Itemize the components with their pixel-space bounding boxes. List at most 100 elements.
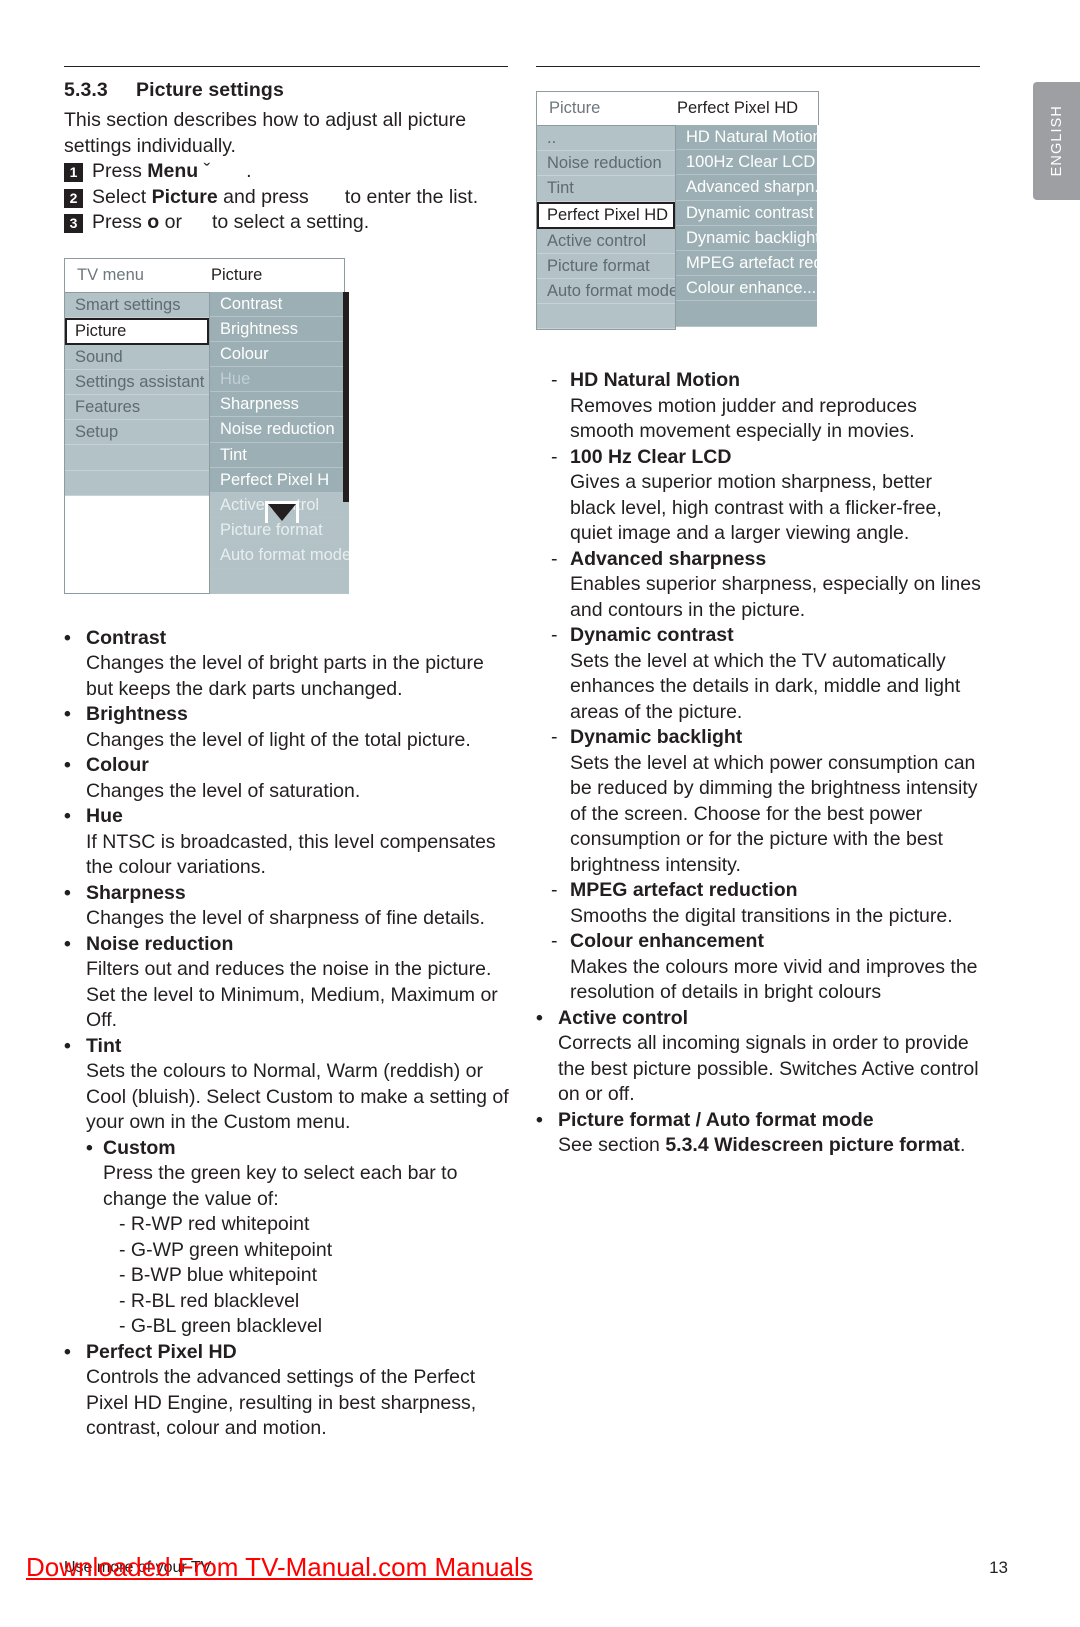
list-item: - Dynamic backlight Sets the level at whi… (536, 725, 982, 878)
bullet-icon: • (64, 754, 71, 777)
tv-menu-right-list: Contrast Brightness Colour Hue Sharpness… (210, 291, 349, 594)
bullet-heading: Tint (86, 1034, 122, 1057)
bullet-body: Gives a superior motion sharpness, bette… (570, 471, 942, 545)
step-1: 1 Press Menu ˇ. (64, 159, 510, 185)
bullet-head-row: • Colour (64, 753, 510, 779)
bullet-head-row: - MPEG artefact reduction (548, 878, 982, 904)
menu-item[interactable]: Colour (210, 341, 349, 368)
bullet-body: Sets the colours to Normal, Warm (reddis… (86, 1060, 509, 1134)
menu-item-blank (676, 301, 817, 327)
tv-menu-picture-screenshot: TV menu Picture Smart settings Picture S… (64, 257, 349, 594)
dash-icon: - (551, 930, 558, 953)
list-item: - HD Natural Motion Removes motion judder… (536, 368, 982, 445)
menu-item[interactable]: Dynamic contrast (676, 200, 817, 226)
bullet-heading: Colour (86, 754, 149, 777)
menu-item[interactable]: Sound (65, 344, 209, 370)
custom-value-item: - R-BL red blacklevel (119, 1289, 300, 1312)
dash-icon: - (551, 547, 558, 570)
bullet-heading: Sharpness (86, 881, 186, 904)
menu-item[interactable]: Dynamic backlight (676, 225, 817, 251)
list-item: - Advanced sharpness Enables superior sha… (536, 547, 982, 624)
bullet-icon: • (64, 805, 71, 828)
bullet-heading: Brightness (86, 703, 188, 726)
bullet-head-row: - Dynamic contrast (548, 623, 982, 649)
menu-item[interactable]: Perfect Pixel H (210, 467, 349, 493)
step-1-pre: Press (92, 160, 148, 182)
list-item: - Colour enhancement Makes the colours mo… (536, 929, 982, 1006)
bullet-icon: • (64, 1034, 71, 1057)
menu-item[interactable]: Smart settings (65, 292, 209, 318)
bullet-heading: Contrast (86, 626, 167, 649)
custom-value-item: - G-BL green blacklevel (119, 1315, 323, 1338)
tv-menu-header-left: Picture (549, 99, 601, 117)
menu-item[interactable]: Features (65, 395, 209, 421)
menu-item[interactable]: 100Hz Clear LCD (676, 150, 817, 176)
menu-item[interactable]: Hue (210, 367, 349, 393)
dash-icon: - (551, 624, 558, 647)
sub-bullet-head-row: • Custom (86, 1136, 510, 1162)
bullet-body: Sets the level at which power consumptio… (570, 751, 978, 876)
menu-item[interactable]: Active control (537, 228, 675, 254)
bullet-body: Changes the level of light of the total … (86, 728, 471, 751)
bullet-heading: Perfect Pixel HD (86, 1340, 237, 1363)
tv-menu-header-right: Picture (211, 265, 263, 284)
bullet-head-row: • Hue (64, 804, 510, 830)
step-2-bold: Picture (151, 185, 218, 208)
list-item: • Colour Changes the level of saturation. (64, 753, 510, 804)
custom-value-item: - G-WP green whitepoint (119, 1238, 333, 1261)
menu-item[interactable]: .. (537, 126, 675, 152)
bullet-body: Makes the colours more vivid and improve… (570, 955, 978, 1004)
menu-item-blank (537, 304, 675, 330)
bullet-heading: Active control (558, 1006, 689, 1029)
tv-menu-perfect-pixel-screenshot: Picture Perfect Pixel HD .. Noise reduct… (536, 91, 819, 331)
bullet-head-row: - HD Natural Motion (548, 368, 982, 394)
bullet-body: Controls the advanced settings of the Pe… (86, 1366, 477, 1440)
menu-item[interactable]: Contrast (210, 291, 349, 317)
menu-item[interactable]: MPEG artefact red... (676, 250, 817, 277)
list-item: • Noise reduction Filters out and reduces… (64, 932, 510, 1034)
menu-item[interactable]: Advanced sharpn... (676, 175, 817, 201)
menu-scrollbar[interactable] (343, 291, 349, 502)
menu-item[interactable]: Settings assistant (65, 369, 209, 396)
tv-menu-left-list: .. Noise reduction Tint Perfect Pixel HD… (536, 125, 676, 331)
bullet-head-row: • Brightness (64, 702, 510, 728)
watermark-link[interactable]: Downloaded From TV-Manual.com Manuals (26, 1552, 533, 1583)
menu-item[interactable]: HD Natural Motion (676, 125, 817, 151)
menu-item[interactable]: Tint (537, 176, 675, 202)
bullet-body: Corrects all incoming signals in order t… (558, 1032, 979, 1106)
list-item: - Dynamic contrast Sets the level at whic… (536, 623, 982, 725)
menu-item[interactable]: Brightness (210, 316, 349, 342)
menu-item[interactable]: Setup (65, 420, 209, 446)
menu-item[interactable]: Noise reduction (537, 151, 675, 177)
bullet-head-row: • Sharpness (64, 881, 510, 907)
menu-item[interactable]: Sharpness (210, 392, 349, 418)
menu-item[interactable]: Tint (210, 442, 349, 468)
scroll-down-arrow-icon (265, 500, 299, 523)
menu-item-selected[interactable]: Picture (65, 317, 209, 345)
menu-item[interactable]: Auto format mode (537, 278, 675, 305)
tv-menu-header-right: Perfect Pixel HD (677, 99, 799, 117)
tv-menu-header: TV menu Picture (64, 257, 345, 292)
tv-menu-body: Smart settings Picture Sound Settings as… (64, 291, 349, 594)
bullet-body: Changes the level of saturation. (86, 779, 361, 802)
dash-icon: - (551, 369, 558, 392)
menu-item[interactable]: Colour enhance... (676, 276, 817, 302)
list-item: • Active control Corrects all incoming si… (536, 1006, 982, 1108)
bullet-icon: • (536, 1006, 543, 1029)
bullet-body: Changes the level of bright parts in the… (86, 652, 484, 700)
see-section-pre: See section (558, 1134, 666, 1157)
custom-value-item: - R-WP red whitepoint (119, 1213, 310, 1236)
step-2-mid: and press (217, 185, 309, 208)
section-title-text: Picture settings (136, 79, 284, 101)
tv-menu-body: .. Noise reduction Tint Perfect Pixel HD… (536, 125, 819, 331)
bullet-head-row: • Noise reduction (64, 932, 510, 958)
menu-item[interactable]: Picture format (537, 253, 675, 279)
menu-item[interactable]: Auto format mode (210, 543, 349, 569)
tv-menu-left-list: Smart settings Picture Sound Settings as… (64, 291, 210, 594)
menu-item-selected[interactable]: Perfect Pixel HD (537, 201, 675, 229)
list-item: • Contrast Changes the level of bright pa… (64, 626, 510, 703)
menu-item[interactable]: Noise reduction (210, 417, 349, 443)
bullet-body: See section 5.3.4 Widescreen picture for… (536, 1133, 982, 1159)
bullet-heading: HD Natural Motion (570, 369, 741, 392)
step-3-text: Press o or to select a setting. (92, 210, 369, 236)
